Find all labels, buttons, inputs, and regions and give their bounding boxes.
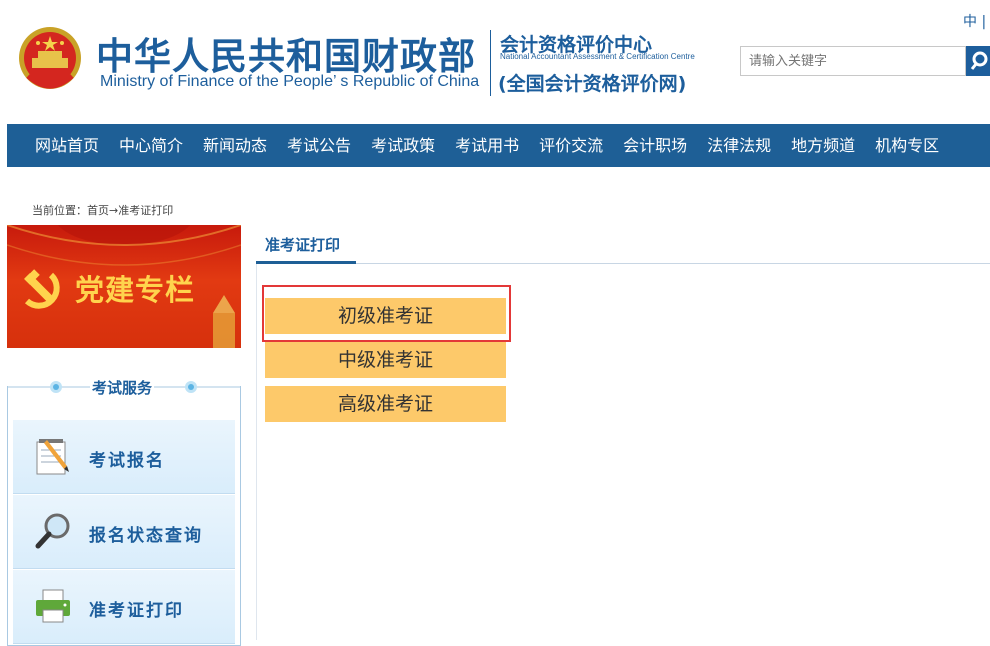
service-item-admission-print[interactable]: 准考证打印 (13, 570, 235, 644)
site-header: 中华人民共和国财政部 Ministry of Finance of the Pe… (0, 0, 990, 120)
service-label: 准考证打印 (89, 601, 184, 621)
title-dot-right (185, 381, 197, 393)
page-title: 准考证打印 (265, 236, 341, 254)
nav-item-policy[interactable]: 考试政策 (371, 124, 435, 167)
nav-item-career[interactable]: 会计职场 (623, 124, 687, 167)
ministry-name-cn: 中华人民共和国财政部 (96, 35, 476, 78)
senior-admission-button[interactable]: 高级准考证 (265, 386, 506, 422)
search-icon (970, 51, 988, 70)
printer-icon (36, 589, 70, 623)
nav-item-news[interactable]: 新闻动态 (203, 124, 267, 167)
service-label: 考试报名 (89, 451, 165, 471)
language-switch[interactable]: 中 | (963, 11, 986, 31)
service-item-registration[interactable]: 考试报名 (13, 420, 235, 494)
title-rule (256, 263, 990, 264)
title-underline (256, 261, 356, 264)
party-building-banner[interactable]: 党建专栏 (7, 225, 241, 348)
breadcrumb: 当前位置：首页→准考证打印 (32, 204, 174, 217)
magnifier-icon (35, 513, 70, 549)
nav-item-institutions[interactable]: 机构专区 (875, 124, 939, 167)
nav-item-laws[interactable]: 法律法规 (707, 124, 771, 167)
nav-item-exchange[interactable]: 评价交流 (539, 124, 603, 167)
nav-item-about[interactable]: 中心简介 (119, 124, 183, 167)
header-divider (490, 30, 491, 96)
title-dot-left (50, 381, 62, 393)
nav-item-local[interactable]: 地方频道 (791, 124, 855, 167)
ministry-name-en: Ministry of Finance of the People’ s Rep… (100, 73, 480, 90)
nav-item-announcements[interactable]: 考试公告 (287, 124, 351, 167)
search-input[interactable] (740, 46, 966, 76)
party-banner-text: 党建专栏 (75, 273, 196, 307)
national-emblem-icon (19, 27, 81, 89)
nav-item-books[interactable]: 考试用书 (455, 124, 519, 167)
center-name-en: National Accountant Assessment & Certifi… (500, 52, 695, 61)
service-label: 报名状态查询 (89, 526, 203, 546)
notepad-pencil-icon (36, 439, 69, 475)
hammer-sickle-icon (24, 269, 60, 309)
intermediate-admission-button[interactable]: 中级准考证 (265, 342, 506, 378)
nav-item-home[interactable]: 网站首页 (35, 124, 99, 167)
selection-highlight (262, 285, 511, 342)
content-left-border (256, 264, 257, 640)
search-button[interactable] (966, 46, 990, 76)
site-name-cn: (全国会计资格评价网) (498, 73, 687, 95)
exam-services-title: 考试服务 (90, 377, 155, 398)
main-nav: 网站首页 中心简介 新闻动态 考试公告 考试政策 考试用书 评价交流 会计职场 … (7, 124, 990, 167)
service-item-status-query[interactable]: 报名状态查询 (13, 495, 235, 569)
